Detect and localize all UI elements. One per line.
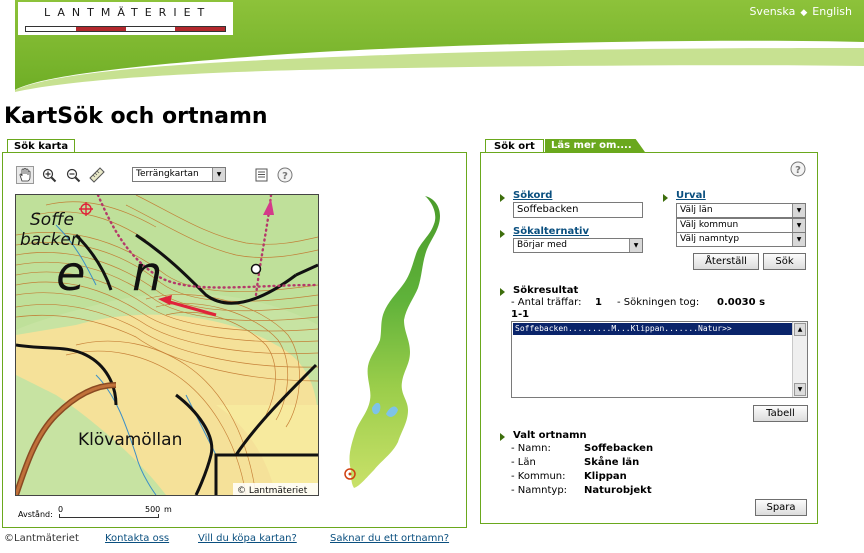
- urval-label[interactable]: Urval: [676, 190, 706, 201]
- result-row[interactable]: Soffebacken.........M...Klippan.......Na…: [513, 323, 793, 335]
- bullet-icon: [663, 194, 668, 202]
- bullet-icon: [500, 194, 505, 202]
- bullet-icon: [500, 433, 505, 441]
- scale-label: Avstånd:: [18, 510, 53, 519]
- selected-lan-value: Skåne län: [584, 457, 640, 468]
- selected-namntyp-value: Naturobjekt: [584, 485, 652, 496]
- map-label-big-n: n: [132, 246, 162, 302]
- svg-text:?: ?: [795, 165, 801, 176]
- map-canvas: Soffe backen e n Klövamöllan © Lantmäter…: [16, 195, 318, 495]
- footer-link-missing-name[interactable]: Saknar du ett ortnamn?: [330, 533, 449, 544]
- footer-link-buy-map[interactable]: Vill du köpa kartan?: [198, 533, 297, 544]
- kommun-select[interactable]: Välj kommun ▼: [676, 218, 806, 233]
- footer-copyright: ©Lantmäteriet: [4, 533, 79, 544]
- scale-bar: [59, 514, 159, 518]
- time-value: 0.0030 s: [717, 297, 766, 308]
- print-tool[interactable]: [252, 166, 270, 184]
- lan-select[interactable]: Välj län ▼: [676, 203, 806, 218]
- ruler-icon: [89, 167, 105, 183]
- page-title: KartSök och ortnamn: [4, 104, 268, 129]
- measure-tool[interactable]: [88, 166, 106, 184]
- help-icon: ?: [277, 167, 293, 183]
- scale-unit: m: [164, 505, 172, 514]
- map-type-selected: Terrängkartan: [136, 169, 199, 179]
- selected-namntyp-label: - Namntyp:: [511, 485, 568, 496]
- results-scrollbar[interactable]: ▲ ▼: [792, 322, 807, 397]
- bullet-icon: [500, 230, 505, 238]
- lang-english-link[interactable]: English: [812, 5, 852, 18]
- sokalternativ-selected: Börjar med: [517, 240, 567, 250]
- logo-text: LANTMÄTERIET: [44, 6, 212, 19]
- chevron-down-icon: ▼: [629, 239, 642, 252]
- map-label-big-e: e: [56, 246, 86, 302]
- zoom-in-icon: [42, 168, 56, 182]
- search-button[interactable]: Sök: [763, 253, 806, 270]
- result-range: 1-1: [511, 309, 530, 320]
- scroll-up-icon[interactable]: ▲: [794, 323, 806, 336]
- help-tool[interactable]: ?: [276, 166, 294, 184]
- chevron-down-icon: ▼: [792, 204, 805, 217]
- results-heading: Sökresultat: [513, 285, 579, 296]
- chevron-down-icon: ▼: [212, 168, 225, 181]
- scroll-down-icon[interactable]: ▼: [794, 383, 806, 396]
- chevron-down-icon: ▼: [792, 219, 805, 232]
- selected-heading: Valt ortnamn: [513, 430, 587, 441]
- sokalternativ-label[interactable]: Sökalternativ: [513, 226, 589, 237]
- sweden-map-canvas: [344, 196, 440, 488]
- sweden-overview-map[interactable]: [330, 194, 440, 490]
- tab-sok-karta[interactable]: Sök karta: [7, 139, 76, 153]
- reset-button[interactable]: Återställ: [693, 253, 759, 270]
- scale-end: 500: [145, 505, 161, 514]
- selected-kommun-label: - Kommun:: [511, 471, 566, 482]
- kommun-selected: Välj kommun: [680, 220, 739, 230]
- document-icon: [255, 168, 267, 182]
- help-icon: ?: [790, 161, 806, 177]
- map-copyright: © Lantmäteriet: [237, 486, 308, 495]
- hits-value: 1: [595, 297, 602, 308]
- scale-start: 0: [58, 505, 64, 514]
- namntyp-select[interactable]: Välj namntyp ▼: [676, 232, 806, 247]
- lang-separator: ◆: [800, 8, 808, 18]
- namntyp-selected: Välj namntyp: [680, 234, 740, 244]
- selected-lan-label: - Län: [511, 457, 536, 468]
- topographic-map[interactable]: Soffe backen e n Klövamöllan © Lantmäter…: [15, 194, 319, 496]
- tab-sok-ort[interactable]: Sök ort: [485, 139, 544, 153]
- logo-stripe: [25, 26, 226, 32]
- map-label-klovamollan: Klövamöllan: [78, 430, 182, 450]
- sokalternativ-select[interactable]: Börjar med ▼: [513, 238, 643, 253]
- sokord-label[interactable]: Sökord: [513, 190, 552, 201]
- map-label-soffebacken-1: Soffe: [30, 210, 74, 230]
- selected-name-value: Soffebacken: [584, 443, 654, 454]
- zoom-in-tool[interactable]: [40, 166, 58, 184]
- hits-label: - Antal träffar:: [511, 297, 582, 308]
- chevron-down-icon: ▼: [792, 233, 805, 246]
- table-button[interactable]: Tabell: [753, 405, 808, 422]
- language-switcher: Svenska ◆ English: [749, 5, 852, 18]
- tab-las-mer-om[interactable]: Läs mer om....: [545, 139, 646, 153]
- pan-hand-tool[interactable]: [16, 166, 34, 184]
- search-help-button[interactable]: ?: [789, 160, 807, 178]
- svg-text:?: ?: [282, 171, 288, 182]
- save-button[interactable]: Spara: [755, 499, 807, 516]
- zoom-out-icon: [66, 168, 80, 182]
- hand-icon: [19, 168, 31, 182]
- map-type-select[interactable]: Terrängkartan ▼: [132, 167, 226, 182]
- footer-link-contact[interactable]: Kontakta oss: [105, 533, 169, 544]
- bullet-icon: [500, 288, 505, 296]
- sokord-input[interactable]: Soffebacken: [513, 202, 643, 218]
- selected-name-label: - Namn:: [511, 443, 551, 454]
- lang-svenska-link[interactable]: Svenska: [749, 5, 795, 18]
- selected-kommun-value: Klippan: [584, 471, 627, 482]
- zoom-out-tool[interactable]: [64, 166, 82, 184]
- time-label: - Sökningen tog:: [617, 297, 700, 308]
- lan-selected: Välj län: [680, 205, 713, 215]
- site-header: LANTMÄTERIET Svenska ◆ English: [0, 0, 864, 92]
- results-listbox[interactable]: Soffebacken.........M...Klippan.......Na…: [511, 321, 808, 398]
